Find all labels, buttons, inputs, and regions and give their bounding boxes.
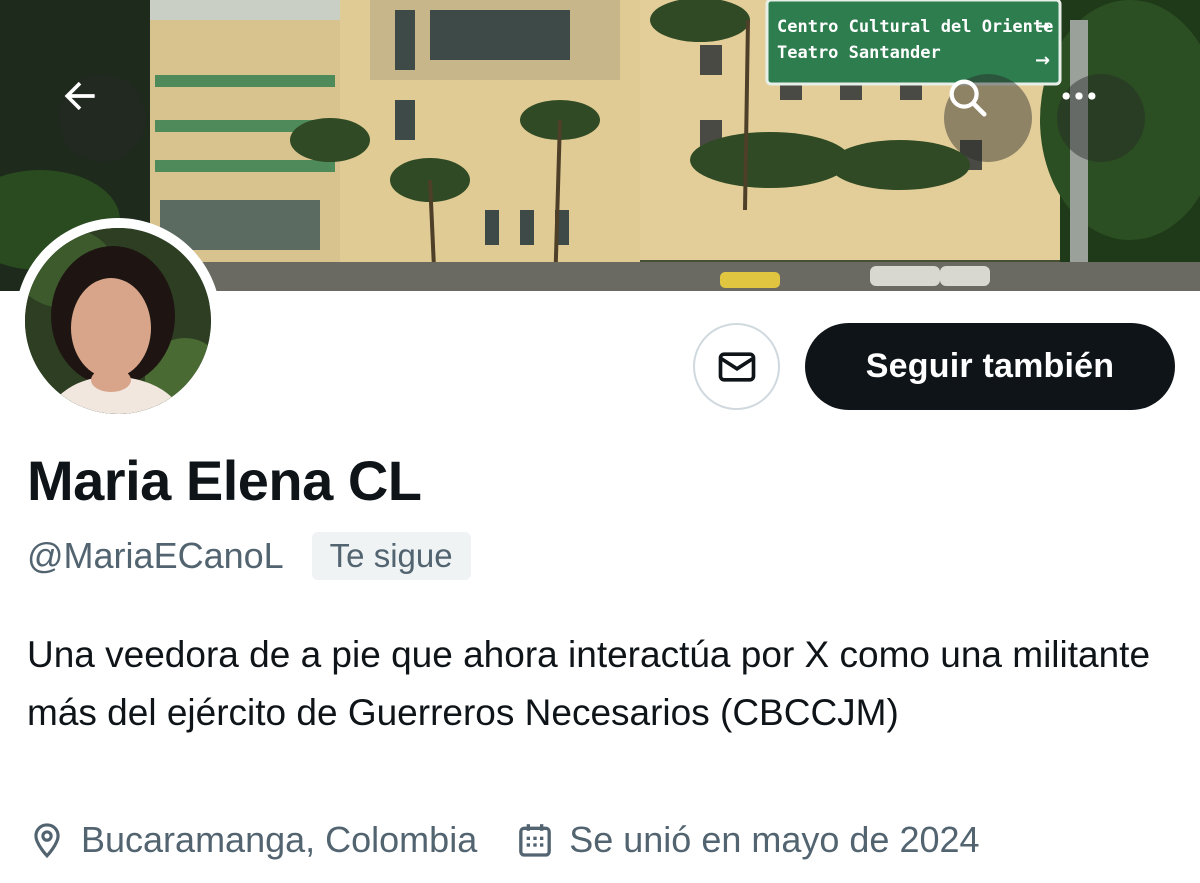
search-icon bbox=[949, 79, 987, 117]
user-handle: @MariaECanoL bbox=[27, 535, 284, 576]
search-button[interactable] bbox=[944, 74, 1032, 162]
profile-bio: Una veedora de a pie que ahora interactú… bbox=[27, 634, 1151, 733]
street-sign: Centro Cultural del Oriente → Teatro San… bbox=[765, 0, 1062, 86]
profile-meta: Bucaramanga, Colombia Se unió en mayo de… bbox=[27, 818, 980, 862]
avatar[interactable] bbox=[15, 218, 221, 424]
message-button[interactable] bbox=[693, 323, 780, 410]
location-text: Bucaramanga, Colombia bbox=[81, 819, 478, 860]
sign-line-2: Teatro Santander bbox=[777, 43, 941, 63]
follow-back-button[interactable]: Seguir también bbox=[805, 323, 1175, 410]
sign-arrow-1: → bbox=[1035, 16, 1050, 37]
location-pin-icon bbox=[27, 818, 67, 862]
mail-icon bbox=[718, 351, 755, 382]
display-name: Maria Elena CL bbox=[27, 449, 422, 512]
avatar-photo bbox=[25, 228, 211, 414]
back-button[interactable] bbox=[58, 74, 146, 162]
sign-arrow-2: → bbox=[1035, 50, 1050, 71]
joined-date-text: Se unió en mayo de 2024 bbox=[569, 819, 980, 860]
joined-item: Se unió en mayo de 2024 bbox=[515, 818, 980, 862]
arrow-left-icon bbox=[64, 81, 95, 111]
location-item: Bucaramanga, Colombia bbox=[27, 818, 477, 862]
follows-you-badge: Te sigue bbox=[311, 532, 471, 580]
more-horizontal-icon bbox=[1062, 92, 1096, 100]
sign-line-1: Centro Cultural del Oriente bbox=[777, 17, 1053, 37]
more-options-button[interactable] bbox=[1057, 74, 1145, 162]
handle-row: @MariaECanoL Te sigue bbox=[27, 532, 471, 580]
calendar-icon bbox=[515, 818, 555, 862]
